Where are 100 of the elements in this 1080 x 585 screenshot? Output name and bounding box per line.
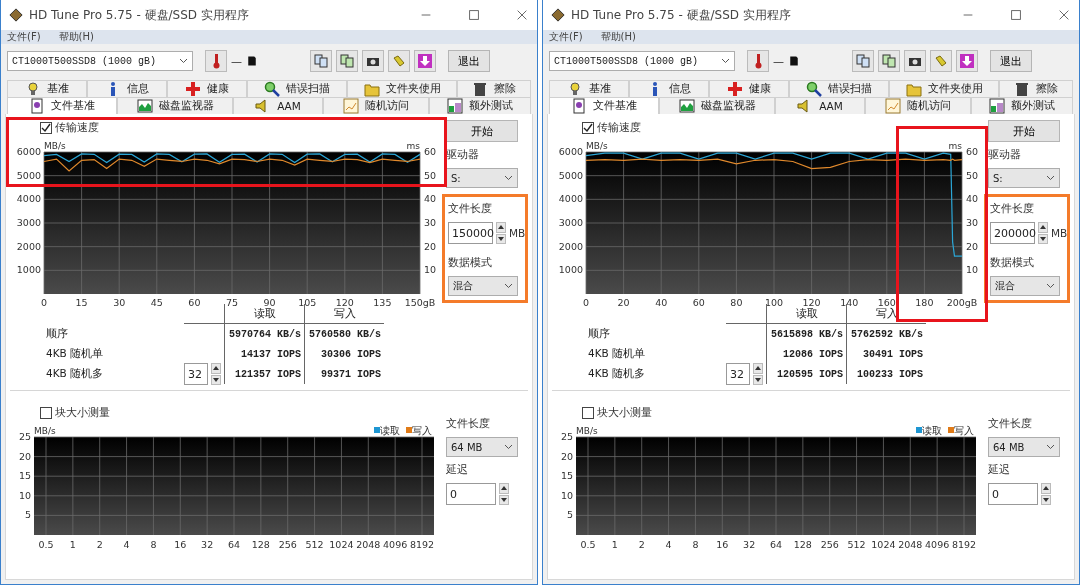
- exit-button[interactable]: 退出: [448, 50, 490, 72]
- data-mode-dropdown[interactable]: 混合: [990, 276, 1060, 296]
- tab[interactable]: 基准: [549, 80, 629, 97]
- copy-button[interactable]: [878, 50, 900, 72]
- spinner-arrows-icon[interactable]: [1038, 222, 1048, 244]
- copy-button[interactable]: [310, 50, 332, 72]
- tab[interactable]: 额外测试: [429, 97, 531, 114]
- maximize-icon: [467, 8, 481, 22]
- axis-label: ms: [406, 141, 420, 151]
- chevron-down-icon: [504, 283, 513, 289]
- tick-label: 4000: [558, 193, 583, 205]
- tab[interactable]: 文件基准: [549, 97, 659, 114]
- tick-label: 60: [188, 297, 201, 308]
- delay-field[interactable]: 0: [446, 483, 496, 505]
- block-file-length-dropdown[interactable]: 64 MB: [446, 437, 518, 457]
- screenshot-button[interactable]: [904, 50, 926, 72]
- spinner-arrows-icon[interactable]: [499, 483, 509, 505]
- drive-dropdown[interactable]: CT1000T500SSD8 (1000 gB): [7, 51, 193, 71]
- tab[interactable]: 额外测试: [971, 97, 1073, 114]
- menu-item[interactable]: 文件(F): [549, 30, 583, 44]
- tab[interactable]: 错误扫描: [247, 80, 347, 97]
- spinner-arrows-icon[interactable]: [496, 222, 506, 244]
- unit-label: MB: [1051, 227, 1068, 239]
- menu-item[interactable]: 文件(F): [7, 30, 41, 44]
- tick-label: 10: [560, 489, 573, 501]
- tab[interactable]: 错误扫描: [789, 80, 889, 97]
- tab[interactable]: 随机访问: [865, 97, 971, 114]
- tab[interactable]: 擦除: [457, 80, 531, 97]
- tab[interactable]: 信息: [629, 80, 709, 97]
- tick-label: 60: [966, 146, 979, 157]
- tick-label: 8: [692, 539, 699, 549]
- file-length-field[interactable]: 150000: [448, 222, 493, 244]
- thermometer-button[interactable]: [205, 50, 227, 72]
- cross-icon: [185, 81, 201, 97]
- drive-letter-dropdown[interactable]: S:: [988, 168, 1060, 188]
- tick-label: 5: [566, 509, 573, 521]
- tab[interactable]: 健康: [709, 80, 789, 97]
- start-button[interactable]: 开始: [446, 120, 518, 142]
- spinner-arrows-icon[interactable]: [1041, 483, 1051, 505]
- start-button[interactable]: 开始: [988, 120, 1060, 142]
- tab[interactable]: 文件基准: [7, 97, 117, 114]
- tab[interactable]: 信息: [87, 80, 167, 97]
- queue-depth-field[interactable]: 32: [726, 363, 750, 385]
- tick-label: 40: [966, 193, 979, 205]
- tick-label: 5000: [558, 169, 583, 181]
- tab[interactable]: 基准: [7, 80, 87, 97]
- block-file-length-dropdown[interactable]: 64 MB: [988, 437, 1060, 457]
- tick-label: 50: [424, 169, 437, 181]
- copy-button[interactable]: [852, 50, 874, 72]
- field-label: 延迟: [988, 463, 1011, 477]
- tick-label: 1024: [329, 539, 354, 549]
- exit-button[interactable]: 退出: [990, 50, 1032, 72]
- tick-label: 5: [24, 509, 31, 521]
- checkbox[interactable]: [582, 122, 594, 134]
- tab[interactable]: 健康: [167, 80, 247, 97]
- tick-label: 20: [18, 450, 31, 462]
- tick-label: 6000: [558, 146, 583, 157]
- tick-label: 15: [75, 297, 88, 308]
- tick-label: 2048: [898, 539, 923, 549]
- file-length-field[interactable]: 200000: [990, 222, 1035, 244]
- tick-label: 1: [69, 539, 76, 549]
- queue-depth-field[interactable]: 32: [184, 363, 208, 385]
- spinner-arrows-icon[interactable]: [753, 363, 763, 385]
- tab[interactable]: AAM: [775, 97, 865, 114]
- data-mode-dropdown[interactable]: 混合: [448, 276, 518, 296]
- checkbox[interactable]: [582, 407, 594, 419]
- field-label: 数据模式: [448, 256, 493, 270]
- drive-dropdown[interactable]: CT1000T500SSD8 (1000 gB): [549, 51, 735, 71]
- thermometer-button[interactable]: [747, 50, 769, 72]
- tab[interactable]: 磁盘监视器: [117, 97, 233, 114]
- drive-letter-dropdown[interactable]: S:: [446, 168, 518, 188]
- checkbox[interactable]: [40, 407, 52, 419]
- tab[interactable]: 磁盘监视器: [659, 97, 775, 114]
- tick-label: 32: [743, 539, 756, 549]
- menu-item[interactable]: 帮助(H): [58, 30, 94, 44]
- tick-label: 60: [424, 146, 437, 157]
- spinner-arrows-icon[interactable]: [211, 363, 221, 385]
- copy-icon: [855, 53, 871, 69]
- menu-item[interactable]: 帮助(H): [600, 30, 636, 44]
- tab[interactable]: 文件夹使用: [889, 80, 999, 97]
- tab[interactable]: 擦除: [999, 80, 1073, 97]
- tab[interactable]: AAM: [233, 97, 323, 114]
- copy-button[interactable]: [336, 50, 358, 72]
- unit-label: MB: [509, 227, 526, 239]
- down-arrow-icon: [959, 53, 975, 69]
- checkbox[interactable]: [40, 122, 52, 134]
- screenshot-button[interactable]: [362, 50, 384, 72]
- field-label: 文件长度: [448, 202, 493, 216]
- legend-label: 读取: [380, 425, 400, 436]
- legend-label: 写入: [954, 425, 974, 436]
- save-button[interactable]: [956, 50, 978, 72]
- save-button[interactable]: [414, 50, 436, 72]
- chevron-down-icon: [1046, 175, 1055, 181]
- tab[interactable]: 文件夹使用: [347, 80, 457, 97]
- tick-label: 1000: [16, 264, 41, 276]
- delay-field[interactable]: 0: [988, 483, 1038, 505]
- read-result: 14137 IOPS: [241, 348, 301, 360]
- tab[interactable]: 随机访问: [323, 97, 429, 114]
- temperature-reading: —: [773, 54, 784, 68]
- tick-label: 8192: [951, 539, 977, 549]
